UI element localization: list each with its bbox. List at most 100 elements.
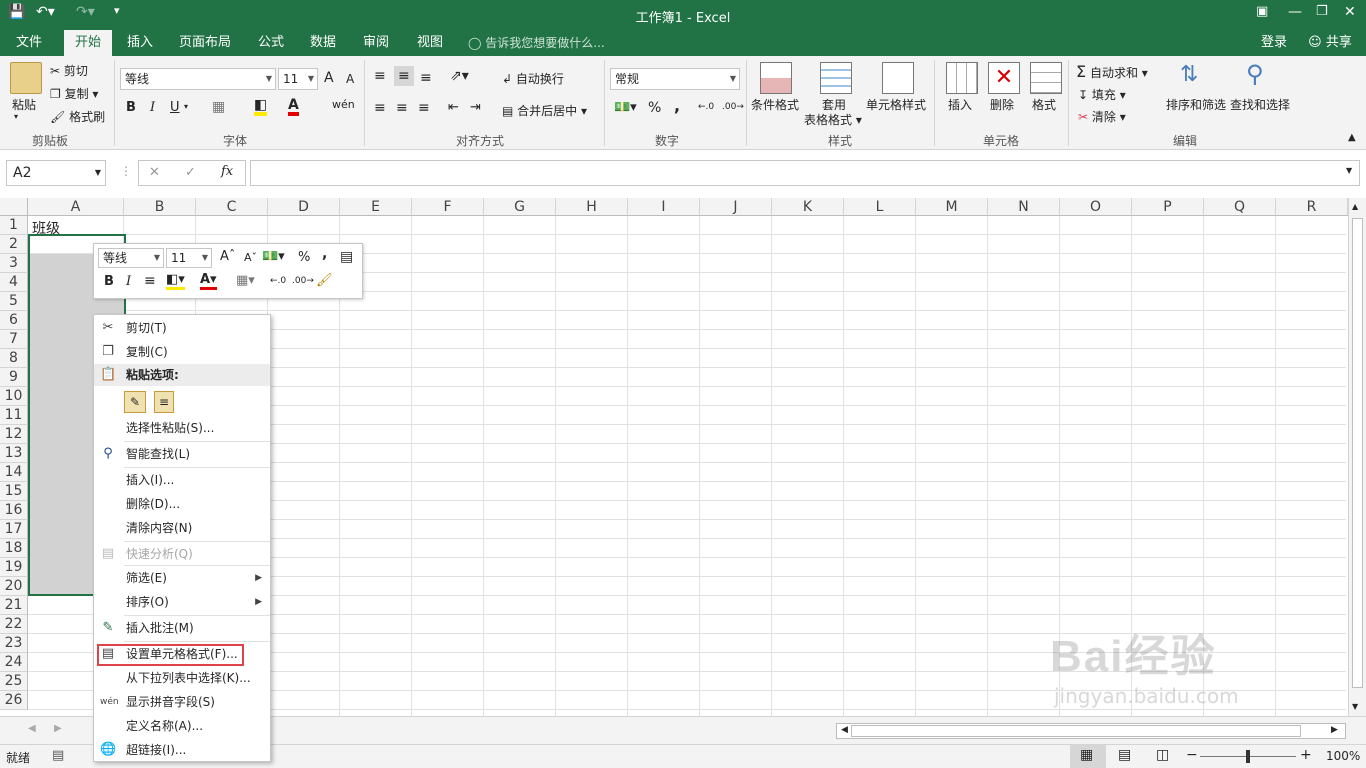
- menu-insert[interactable]: 插入(I)...: [94, 469, 270, 491]
- fill-color-icon[interactable]: ◧: [254, 98, 268, 116]
- mini-italic-button[interactable]: I: [126, 274, 131, 289]
- mini-format-painter-icon[interactable]: 🖌: [316, 273, 333, 288]
- column-header[interactable]: G: [484, 198, 556, 216]
- select-all-corner[interactable]: [0, 198, 28, 216]
- column-header[interactable]: B: [124, 198, 196, 216]
- menu-paste-special[interactable]: 选择性粘贴(S)...: [94, 417, 270, 439]
- prev-sheet-icon[interactable]: ◀: [28, 723, 36, 734]
- find-select-icon[interactable]: ⚲: [1246, 60, 1264, 88]
- ribbon-display-icon[interactable]: ▣: [1256, 4, 1268, 19]
- cell-styles-button[interactable]: 单元格样式: [866, 96, 926, 113]
- border-icon[interactable]: ▦: [212, 99, 225, 115]
- tab-view[interactable]: 视图: [408, 30, 452, 56]
- font-size-combo[interactable]: 11 ▼: [278, 68, 318, 90]
- row-header[interactable]: 20: [0, 577, 28, 596]
- row-header[interactable]: 10: [0, 387, 28, 406]
- row-header[interactable]: 22: [0, 615, 28, 634]
- row-header[interactable]: 23: [0, 634, 28, 653]
- horizontal-scrollbar[interactable]: ◀ ▶: [836, 723, 1346, 739]
- delete-cells-icon[interactable]: ✕: [988, 62, 1020, 94]
- collapse-ribbon-icon[interactable]: ▲: [1348, 132, 1356, 143]
- align-center-icon[interactable]: ≡: [396, 100, 408, 116]
- mini-fill-color-icon[interactable]: ◧▾: [166, 273, 185, 290]
- column-header[interactable]: M: [916, 198, 988, 216]
- mini-comma-button[interactable]: ,: [322, 246, 327, 262]
- sort-filter-button[interactable]: 排序和筛选: [1166, 96, 1226, 113]
- scroll-thumb[interactable]: [1352, 218, 1363, 688]
- format-cells-icon[interactable]: [1030, 62, 1062, 94]
- autosum-button[interactable]: Σ 自动求和 ▾: [1076, 62, 1148, 81]
- menu-insert-comment[interactable]: ✎ 插入批注(M): [94, 617, 270, 639]
- orientation-icon[interactable]: ⇗▾: [450, 68, 469, 84]
- menu-cut[interactable]: ✂ 剪切(T): [94, 317, 270, 339]
- menu-copy[interactable]: ❐ 复制(C): [94, 341, 270, 363]
- scroll-left-icon[interactable]: ◀: [841, 725, 848, 735]
- font-color-icon[interactable]: A: [288, 98, 299, 116]
- row-header[interactable]: 7: [0, 330, 28, 349]
- cell-A1[interactable]: 班级: [32, 218, 60, 238]
- clear-button[interactable]: ✂ 清除 ▾: [1078, 108, 1126, 125]
- close-icon[interactable]: ✕: [1344, 4, 1356, 20]
- column-header[interactable]: Q: [1204, 198, 1276, 216]
- tab-page-layout[interactable]: 页面布局: [172, 30, 238, 56]
- scroll-up-icon[interactable]: ▲: [1352, 202, 1358, 211]
- page-break-view-icon[interactable]: ◫: [1156, 747, 1169, 763]
- column-header[interactable]: O: [1060, 198, 1132, 216]
- cut-button[interactable]: ✂ 剪切: [50, 62, 88, 79]
- login-link[interactable]: 登录: [1256, 30, 1292, 56]
- mini-decrease-decimal-icon[interactable]: .00→: [292, 276, 314, 286]
- mini-percent-button[interactable]: %: [298, 250, 310, 265]
- next-sheet-icon[interactable]: ▶: [54, 723, 62, 734]
- tell-me-box[interactable]: ◯ 告诉我您想要做什么...: [468, 30, 618, 56]
- tab-data[interactable]: 数据: [302, 30, 344, 56]
- mini-increase-decimal-icon[interactable]: ←.0: [270, 276, 286, 286]
- row-header[interactable]: 3: [0, 254, 28, 273]
- row-header[interactable]: 15: [0, 482, 28, 501]
- h-scroll-thumb[interactable]: [851, 725, 1301, 737]
- restore-icon[interactable]: ❐: [1316, 4, 1328, 19]
- menu-sort[interactable]: 排序(O) ▶: [94, 591, 270, 613]
- row-header[interactable]: 26: [0, 691, 28, 710]
- row-header[interactable]: 24: [0, 653, 28, 672]
- align-top-icon[interactable]: ≡: [374, 68, 386, 84]
- column-header[interactable]: P: [1132, 198, 1204, 216]
- align-middle-icon[interactable]: ≡: [394, 66, 414, 86]
- underline-dropdown-icon[interactable]: ▾: [184, 102, 188, 111]
- insert-function-button[interactable]: fx: [221, 164, 233, 179]
- zoom-out-icon[interactable]: −: [1186, 747, 1198, 763]
- row-header[interactable]: 19: [0, 558, 28, 577]
- zoom-slider-thumb[interactable]: [1246, 750, 1250, 763]
- insert-cells-icon[interactable]: [946, 62, 978, 94]
- mini-bold-button[interactable]: B: [104, 274, 114, 289]
- cell-styles-icon[interactable]: [882, 62, 914, 94]
- fill-button[interactable]: ↧ 填充 ▾: [1078, 86, 1126, 103]
- paste-button[interactable]: 粘贴: [12, 96, 36, 113]
- menu-clear-contents[interactable]: 清除内容(N): [94, 517, 270, 539]
- menu-define-name[interactable]: 定义名称(A)...: [94, 715, 270, 737]
- row-header[interactable]: 5: [0, 292, 28, 311]
- menu-delete[interactable]: 删除(D)...: [94, 493, 270, 515]
- mini-merge-icon[interactable]: ▤: [340, 249, 353, 265]
- format-painter-button[interactable]: 🖌 格式刷: [50, 108, 105, 125]
- row-header[interactable]: 25: [0, 672, 28, 691]
- sort-filter-icon[interactable]: ⇅: [1180, 62, 1198, 87]
- menu-hyperlink[interactable]: 🌐 超链接(I)...: [94, 739, 270, 761]
- column-header[interactable]: E: [340, 198, 412, 216]
- column-header[interactable]: J: [700, 198, 772, 216]
- enter-icon[interactable]: ✓: [185, 165, 196, 180]
- share-button[interactable]: ☺ 共享: [1300, 30, 1360, 56]
- format-button[interactable]: 格式: [1032, 96, 1056, 113]
- paste-keep-format-icon[interactable]: ✎: [124, 391, 146, 413]
- tab-insert[interactable]: 插入: [118, 30, 162, 56]
- wrap-text-button[interactable]: ↲ 自动换行: [502, 70, 564, 87]
- row-header[interactable]: 16: [0, 501, 28, 520]
- column-header[interactable]: F: [412, 198, 484, 216]
- column-header[interactable]: C: [196, 198, 268, 216]
- column-header[interactable]: L: [844, 198, 916, 216]
- tab-formulas[interactable]: 公式: [250, 30, 292, 56]
- mini-shrink-font-icon[interactable]: Aˇ: [244, 251, 257, 264]
- mini-border-icon[interactable]: ▦▾: [236, 273, 255, 288]
- cancel-icon[interactable]: ✕: [149, 165, 160, 180]
- menu-pick-from-list[interactable]: 从下拉列表中选择(K)...: [94, 667, 270, 689]
- name-box[interactable]: A2 ▼: [6, 160, 106, 186]
